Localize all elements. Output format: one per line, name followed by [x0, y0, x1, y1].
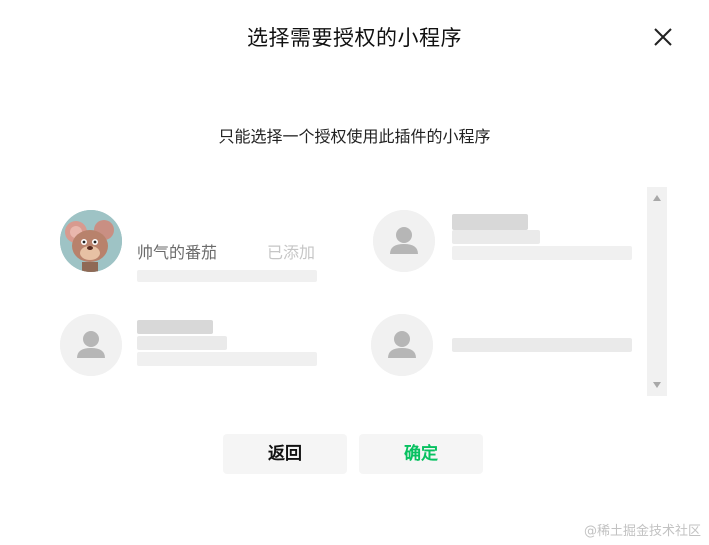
blurred-name [452, 214, 528, 230]
scroll-down-arrow-icon[interactable] [653, 382, 661, 388]
cartoon-mouse-avatar [60, 210, 122, 272]
confirm-button[interactable]: 确定 [359, 434, 483, 474]
blurred-name [137, 320, 213, 334]
list-item[interactable]: 帅气的番茄 已添加 [50, 210, 330, 290]
added-badge: 已添加 [267, 243, 316, 262]
default-avatar [373, 210, 435, 272]
dialog-subtitle: 只能选择一个授权使用此插件的小程序 [218, 127, 491, 146]
dialog-title: 选择需要授权的小程序 [247, 26, 462, 50]
item-name: 帅气的番茄 [137, 243, 218, 262]
list-item[interactable] [360, 210, 660, 290]
list-item[interactable] [360, 314, 660, 394]
authorize-dialog: 选择需要授权的小程序 只能选择一个授权使用此插件的小程序 帅气的番茄 已添加 返… [0, 0, 709, 545]
list-item[interactable] [50, 314, 330, 394]
blurred-name [452, 338, 632, 352]
blurred-name [137, 336, 227, 350]
scroll-up-arrow-icon[interactable] [653, 195, 661, 201]
mouse-avatar-icon [60, 210, 122, 272]
back-button[interactable]: 返回 [223, 434, 347, 474]
watermark: @稀土掘金技术社区 [583, 524, 701, 539]
blurred-description [137, 352, 317, 366]
person-icon [371, 314, 433, 376]
default-avatar [371, 314, 433, 376]
blurred-description [452, 246, 632, 260]
blurred-name [452, 230, 540, 244]
blurred-description [137, 270, 317, 282]
default-avatar [60, 314, 122, 376]
close-icon [654, 28, 672, 46]
person-icon [373, 210, 435, 272]
mini-program-list: 帅气的番茄 已添加 [50, 186, 670, 398]
list-scrollbar[interactable] [647, 187, 667, 396]
close-button[interactable] [651, 25, 675, 49]
person-icon [60, 314, 122, 376]
